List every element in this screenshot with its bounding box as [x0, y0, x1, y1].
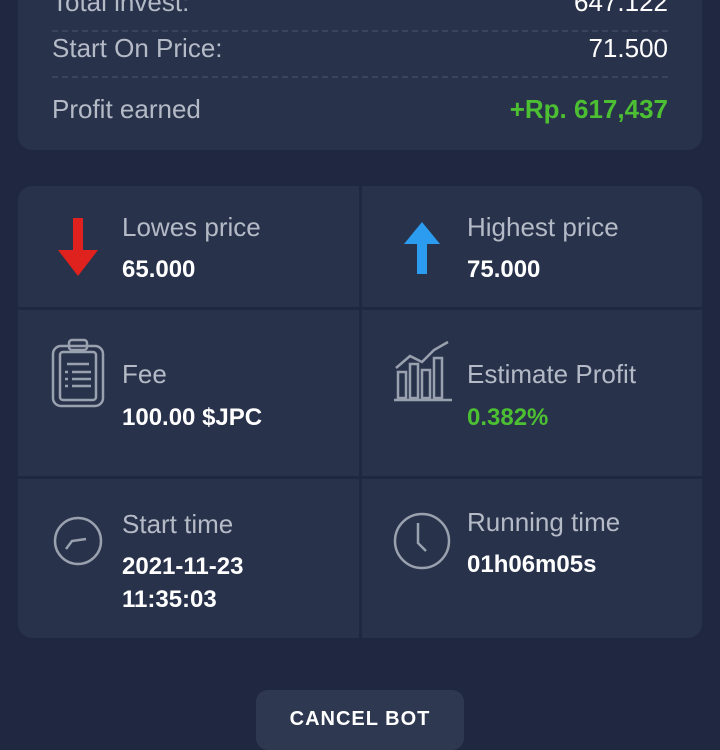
start-time-cell: Start time 2021-11-23 11:35:03	[18, 479, 359, 638]
profit-row: Profit earned +Rp. 617,437	[52, 80, 668, 138]
stats-grid: Lowes price 65.000 Highest price 75.000	[18, 186, 702, 638]
start-time-label: Start time	[122, 509, 234, 539]
clock-icon	[52, 515, 104, 572]
running-time-label: Running time	[467, 507, 621, 537]
running-time-value: 01h06m05s	[467, 551, 597, 578]
cancel-bot-button[interactable]: CANCEL BOT	[256, 690, 464, 750]
profit-value: +Rp. 617,437	[509, 93, 668, 124]
arrow-down-icon	[58, 218, 98, 281]
start-time-clock: 11:35:03	[122, 586, 217, 613]
total-invest-label: Total invest:	[52, 0, 190, 17]
estimate-profit-label: Estimate Profit	[467, 359, 637, 389]
highest-price-cell: Highest price 75.000	[362, 186, 702, 307]
start-price-value: 71.500	[588, 32, 668, 63]
lowest-price-value: 65.000	[122, 256, 196, 283]
fee-cell: Fee 100.00 $JPC	[18, 310, 359, 476]
estimate-profit-value: 0.382%	[467, 404, 549, 431]
bar-chart-icon	[394, 340, 452, 407]
estimate-profit-cell: Estimate Profit 0.382%	[362, 310, 702, 476]
profit-label: Profit earned	[52, 93, 201, 124]
running-time-cell: Running time 01h06m05s	[362, 479, 702, 638]
highest-price-label: Highest price	[467, 212, 619, 242]
fee-label: Fee	[122, 359, 167, 389]
summary-card: Total invest: 647.122 Start On Price: 71…	[18, 0, 702, 150]
fee-value: 100.00 $JPC	[122, 404, 263, 431]
arrow-up-icon	[404, 222, 440, 279]
start-price-row: Start On Price: 71.500	[52, 20, 668, 78]
total-invest-value: 647.122	[574, 0, 668, 17]
clipboard-icon	[50, 338, 106, 413]
highest-price-value: 75.000	[467, 256, 541, 283]
start-time-date: 2021-11-23	[122, 553, 244, 580]
start-price-label: Start On Price:	[52, 32, 223, 63]
lowest-price-label: Lowes price	[122, 212, 261, 242]
clock-icon	[392, 511, 452, 576]
lowest-price-cell: Lowes price 65.000	[18, 186, 359, 307]
